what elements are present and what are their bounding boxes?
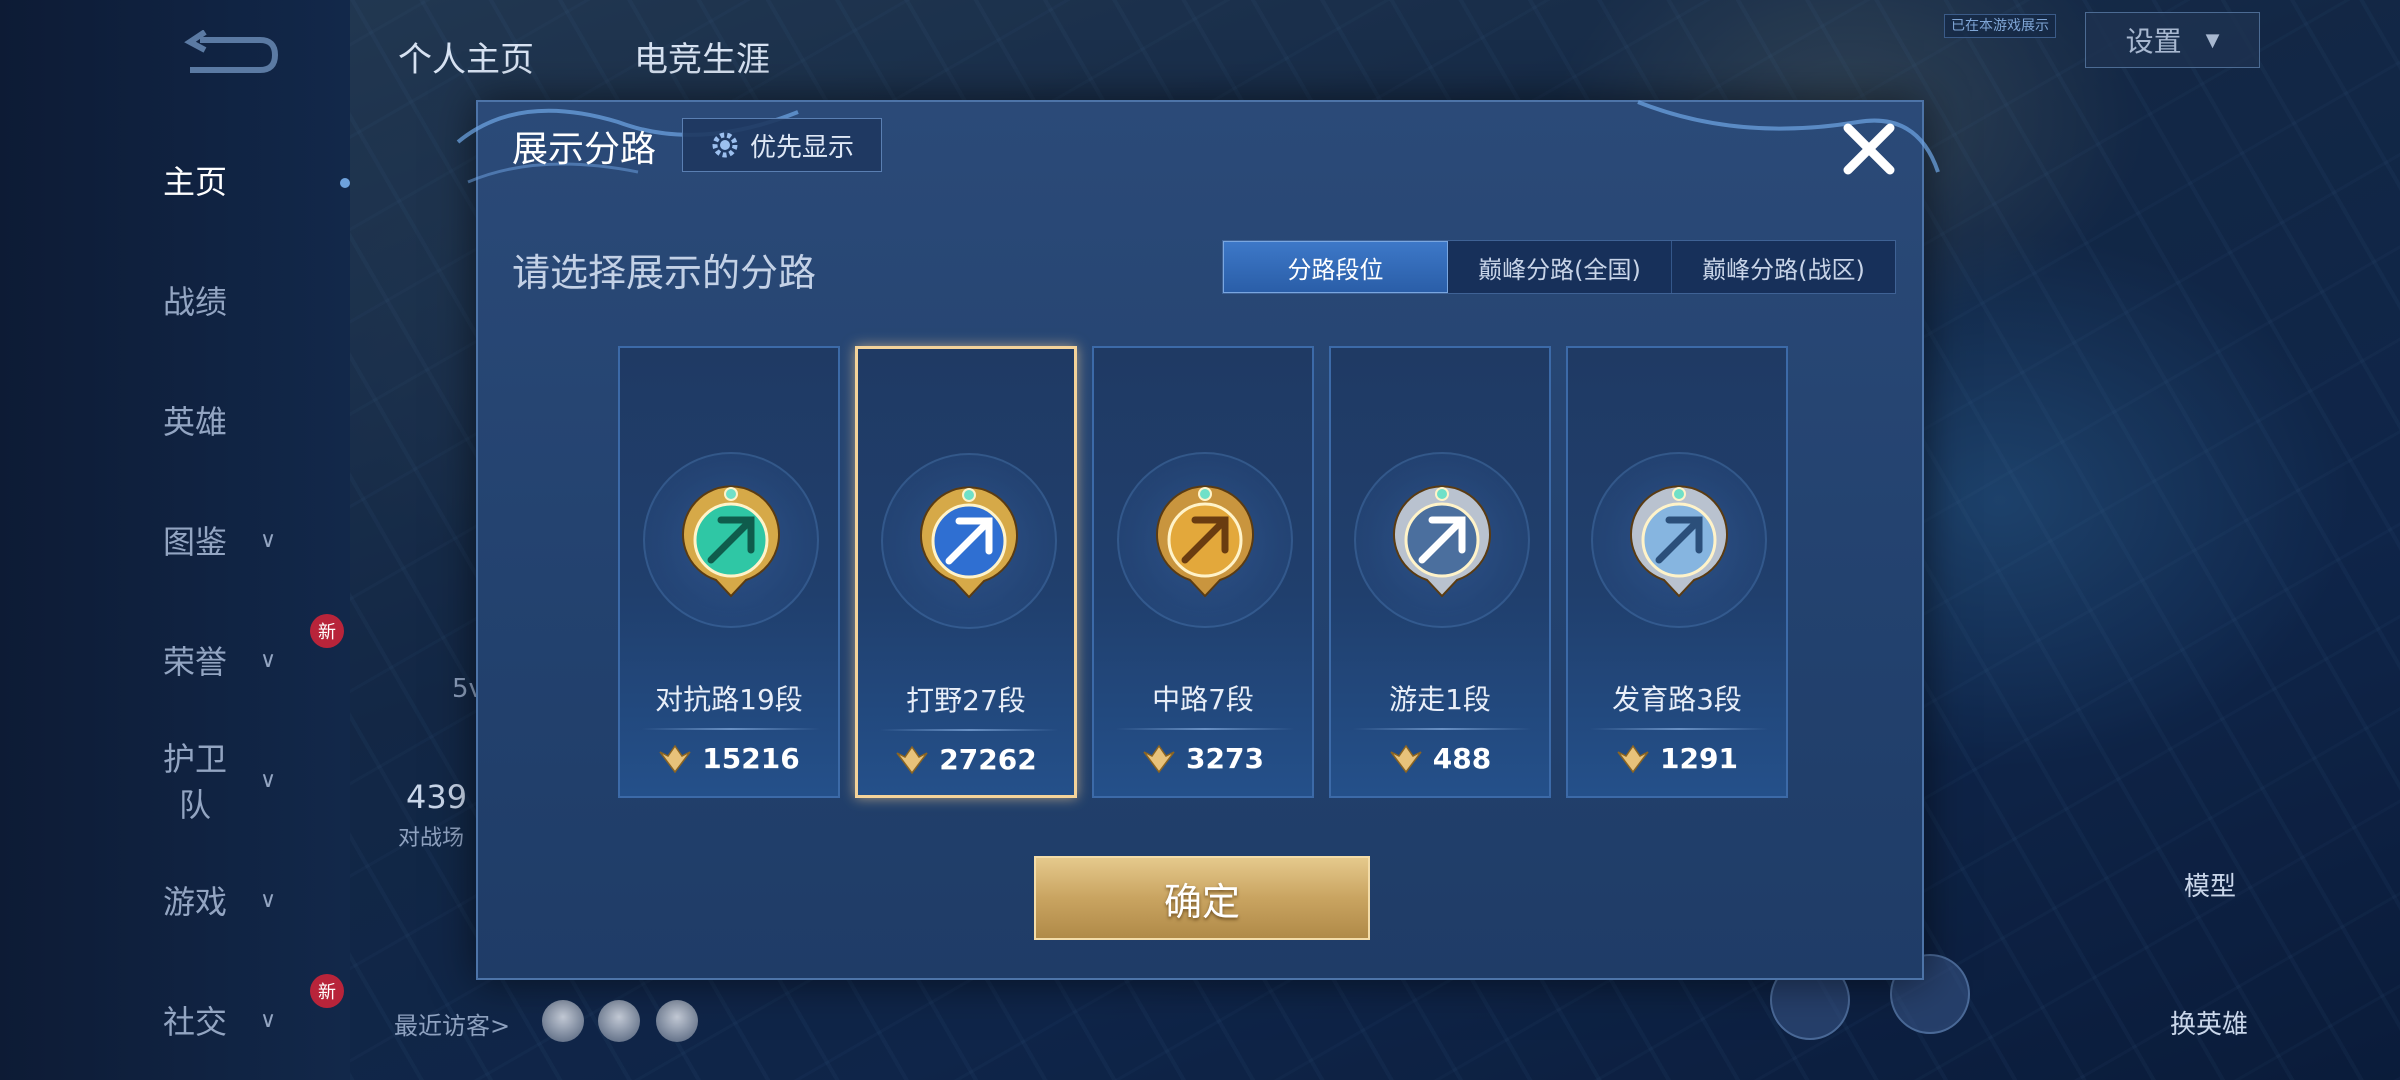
power-icon (1143, 744, 1175, 773)
tab-peak-lane-national[interactable]: 巅峰分路(全国) (1448, 241, 1672, 293)
sidebar-item-label: 护卫队 (162, 740, 227, 824)
roam-emblem-icon (1393, 485, 1491, 598)
sidebar-item[interactable]: 主页 (150, 150, 350, 210)
cloud-ornament-icon (456, 100, 1940, 184)
sidebar-item[interactable]: 荣誉 ∨ 新 (150, 614, 344, 690)
lane-filter-tabs: 分路段位 巅峰分路(全国) 巅峰分路(战区) (1222, 240, 1896, 294)
visitor-avatar[interactable] (598, 1000, 640, 1042)
power-value: 15216 (702, 742, 800, 775)
gear-icon (712, 132, 738, 158)
back-icon[interactable] (180, 30, 280, 80)
power-icon (1390, 744, 1422, 773)
switch-hero-label[interactable]: 换英雄 (2170, 1004, 2248, 1041)
section-title: 请选择展示的分路 (512, 251, 817, 295)
close-icon[interactable] (1834, 114, 1904, 184)
chevron-down-icon: ∨ (260, 647, 277, 673)
display-lane-dialog: 展示分路 优先显示 请选择展示的分路 分路段位 巅峰分路(全国) 巅峰分路(战区… (456, 100, 1940, 980)
lane-card[interactable]: 打野27段 27262 (855, 346, 1077, 798)
chevron-down-icon: ▼ (2205, 29, 2220, 51)
farm-lane-emblem-icon (1630, 485, 1728, 598)
power-icon (659, 744, 691, 773)
divider (1353, 728, 1531, 730)
divider (1116, 728, 1294, 730)
sidebar-item-label: 游戏 (162, 883, 227, 921)
sidebar-item-label: 荣誉 (162, 643, 227, 681)
sidebar-item-label: 主页 (162, 163, 227, 201)
lane-rank-label: 游走1段 (1389, 683, 1491, 716)
chevron-down-icon: ∨ (260, 527, 277, 553)
lane-rank-label: 打野27段 (906, 684, 1026, 717)
power-icon (896, 745, 928, 774)
new-badge: 新 (310, 614, 344, 648)
sidebar-item[interactable]: 战绩 (150, 270, 340, 330)
power-value: 27262 (939, 743, 1037, 776)
sidebar-item-label: 社交 (162, 1003, 227, 1041)
confirm-button[interactable]: 确定 (1034, 856, 1370, 940)
lane-card[interactable]: 对抗路19段 15216 (618, 346, 840, 798)
battle-count-label: 对战场 (398, 826, 465, 851)
tab-lane-rank[interactable]: 分路段位 (1223, 241, 1448, 293)
hero-power-row: 27262 (858, 743, 1074, 776)
chevron-down-icon: ∨ (260, 887, 277, 913)
mid-lane-emblem-icon (1156, 485, 1254, 598)
sidebar-item[interactable]: 护卫队 ∨ (150, 740, 340, 824)
power-value: 488 (1432, 742, 1492, 775)
battle-count: 439 (406, 778, 468, 816)
hero-power-row: 3273 (1094, 742, 1312, 775)
sidebar-item[interactable]: 英雄 (150, 390, 340, 450)
settings-label: 设置 (2125, 25, 2182, 58)
lane-card[interactable]: 中路7段 3273 (1092, 346, 1314, 798)
lane-rank-label: 发育路3段 (1612, 683, 1742, 716)
settings-button[interactable]: 设置 ▼ (2085, 12, 2260, 68)
model-label[interactable]: 模型 (2184, 866, 2236, 903)
divider (642, 728, 820, 730)
sidebar-item[interactable]: 图鉴 ∨ (150, 510, 340, 570)
sidebar-item[interactable]: 游戏 ∨ (150, 870, 340, 930)
dialog-title: 展示分路 (512, 129, 657, 170)
visitor-avatar[interactable] (656, 1000, 698, 1042)
priority-display-label: 优先显示 (749, 132, 854, 163)
sidebar-item[interactable]: 社交 ∨ 新 (150, 974, 344, 1050)
lane-card[interactable]: 发育路3段 1291 (1566, 346, 1788, 798)
sidebar-item-label: 图鉴 (162, 523, 227, 561)
lane-rank-label: 对抗路19段 (655, 683, 803, 716)
divider (1590, 728, 1768, 730)
display-tag: 已在本游戏展示 (1944, 14, 2056, 38)
sidebar-item-label: 英雄 (162, 403, 227, 441)
jungle-emblem-icon (920, 486, 1018, 599)
hero-power-row: 1291 (1568, 742, 1786, 775)
recent-visitors-link[interactable]: 最近访客> (394, 1006, 510, 1041)
clash-lane-emblem-icon (682, 485, 780, 598)
tab-peak-lane-region[interactable]: 巅峰分路(战区) (1672, 241, 1895, 293)
lane-card[interactable]: 游走1段 488 (1329, 346, 1551, 798)
sidebar: 主页 战绩 英雄 图鉴 ∨ 荣誉 ∨ 新护卫队 ∨ 游戏 ∨ 社交 ∨ 新 (0, 0, 350, 1080)
sidebar-item-label: 战绩 (162, 283, 227, 321)
lane-card-list: 对抗路19段 15216 打野27段 27262 中路7段 3273 游走1段 488 发育路3… (618, 346, 1788, 798)
power-value: 3273 (1186, 742, 1264, 775)
chevron-down-icon: ∨ (260, 767, 277, 793)
priority-display-button[interactable]: 优先显示 (682, 118, 882, 172)
tab-esports-career[interactable]: 电竞生涯 (634, 32, 770, 81)
hero-power-row: 488 (1331, 742, 1549, 775)
tab-personal-home[interactable]: 个人主页 (398, 32, 534, 81)
divider (880, 729, 1058, 731)
visitor-avatar[interactable] (542, 1000, 584, 1042)
lane-rank-label: 中路7段 (1152, 683, 1254, 716)
chevron-down-icon: ∨ (260, 1007, 277, 1033)
hero-power-row: 15216 (620, 742, 838, 775)
power-icon (1617, 744, 1649, 773)
new-badge: 新 (310, 974, 344, 1008)
power-value: 1291 (1660, 742, 1738, 775)
